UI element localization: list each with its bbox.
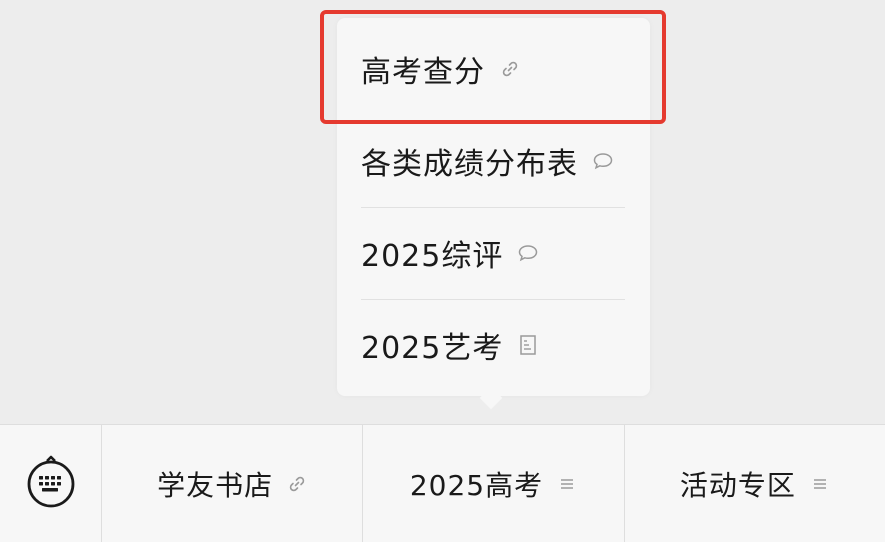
- tab-2025-gaokao[interactable]: 2025高考: [363, 425, 625, 542]
- tab-label: 学友书店: [157, 469, 274, 502]
- chat-bubble-icon: [592, 150, 614, 172]
- menu-item-label: 高考查分: [361, 55, 485, 90]
- menu-item-label: 2025艺考: [361, 331, 504, 366]
- document-icon: [517, 334, 539, 356]
- tab-xueyou-bookstore[interactable]: 学友书店: [102, 425, 364, 542]
- tab-activity-zone[interactable]: 活动专区: [625, 425, 885, 542]
- menu-item-score-distribution[interactable]: 各类成绩分布表: [361, 116, 625, 206]
- menu-item-2025-yikao[interactable]: 2025艺考: [361, 300, 625, 390]
- menu-item-label: 各类成绩分布表: [361, 147, 578, 182]
- menu-item-label: 2025综评: [361, 239, 504, 274]
- menu-item-gaokao-chafen[interactable]: 高考查分: [361, 24, 625, 114]
- keyboard-icon: [24, 455, 78, 513]
- menu-lines-icon: [810, 474, 830, 494]
- tab-label: 活动专区: [679, 469, 796, 502]
- bottom-menu-bar: 学友书店 2025高考 活动专区: [0, 424, 885, 542]
- chat-screen: 高考查分 各类成绩分布表 2025综评 2025艺考 学友书店 2025高考 活…: [0, 0, 885, 542]
- chat-bubble-icon: [517, 242, 539, 264]
- tab-label: 2025高考: [409, 469, 544, 502]
- menu-item-2025-zongping[interactable]: 2025综评: [361, 208, 625, 298]
- keyboard-toggle-button[interactable]: [0, 425, 102, 542]
- submenu-popup: 高考查分 各类成绩分布表 2025综评 2025艺考: [337, 18, 650, 396]
- link-icon: [287, 474, 307, 494]
- link-icon: [499, 58, 521, 80]
- menu-lines-icon: [557, 474, 577, 494]
